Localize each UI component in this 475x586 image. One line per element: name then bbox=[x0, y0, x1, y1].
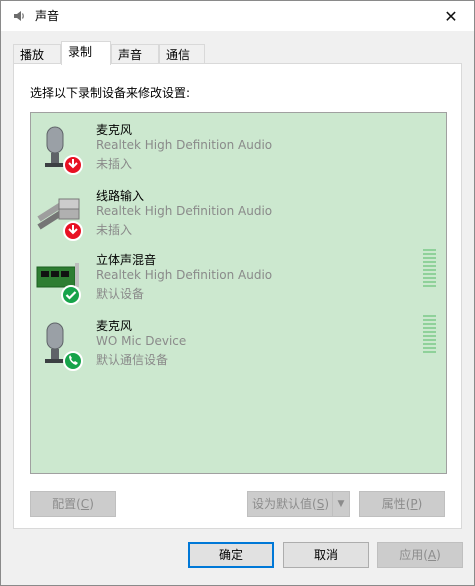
level-meter bbox=[423, 315, 436, 355]
apply-label: 应用( bbox=[399, 548, 428, 562]
close-icon: ✕ bbox=[444, 6, 458, 26]
set-default-button[interactable]: 设为默认值(S) ▼ bbox=[247, 491, 350, 517]
sound-dialog: 声音 ✕ 播放 录制 声音 通信 选择以下录制设备来修改设置: 麦克风 Real bbox=[0, 0, 475, 586]
chevron-down-icon[interactable]: ▼ bbox=[332, 492, 349, 516]
line-in-icon bbox=[37, 198, 83, 241]
device-item-stereo-mix[interactable]: 立体声混音 Realtek High Definition Audio 默认设备 bbox=[31, 247, 446, 311]
device-driver: Realtek High Definition Audio bbox=[96, 268, 273, 282]
level-meter bbox=[423, 249, 436, 289]
set-default-label: 设为默认值( bbox=[252, 497, 317, 511]
instruction-text: 选择以下录制设备来修改设置: bbox=[30, 86, 191, 100]
tab-recording[interactable]: 录制 bbox=[61, 41, 111, 65]
sound-card-icon bbox=[36, 263, 81, 305]
device-driver: Realtek High Definition Audio bbox=[96, 138, 273, 152]
window-title: 声音 bbox=[35, 9, 60, 23]
device-status: 默认设备 bbox=[96, 287, 145, 301]
apply-tail: ) bbox=[436, 548, 441, 562]
device-item-microphone-womic[interactable]: 麦克风 WO Mic Device 默认通信设备 bbox=[31, 313, 446, 377]
properties-button[interactable]: 属性(P) bbox=[359, 491, 445, 517]
device-list[interactable]: 麦克风 Realtek High Definition Audio 未插入 线路… bbox=[30, 112, 447, 474]
device-item-microphone-realtek[interactable]: 麦克风 Realtek High Definition Audio 未插入 bbox=[31, 117, 446, 181]
speaker-icon bbox=[14, 11, 24, 21]
device-name: 麦克风 bbox=[96, 123, 133, 137]
properties-tail: ) bbox=[417, 497, 423, 511]
set-default-tail: ) bbox=[324, 497, 329, 511]
device-item-line-in[interactable]: 线路输入 Realtek High Definition Audio 未插入 bbox=[31, 183, 446, 247]
configure-hotkey: C bbox=[80, 497, 90, 511]
configure-tail: ) bbox=[89, 497, 94, 511]
title-bar[interactable]: 声音 ✕ bbox=[1, 1, 474, 31]
device-status: 未插入 bbox=[96, 223, 133, 237]
phone-badge-icon bbox=[63, 351, 83, 371]
cancel-button[interactable]: 取消 bbox=[283, 542, 369, 568]
device-name: 立体声混音 bbox=[96, 253, 157, 267]
properties-hotkey: P bbox=[410, 497, 418, 511]
ok-button[interactable]: 确定 bbox=[188, 542, 274, 568]
configure-label: 配置( bbox=[52, 497, 81, 511]
recording-panel: 选择以下录制设备来修改设置: 麦克风 Realtek High Definiti… bbox=[13, 63, 462, 529]
microphone-icon bbox=[45, 322, 83, 371]
device-name: 麦克风 bbox=[96, 319, 133, 333]
device-name: 线路输入 bbox=[96, 189, 145, 203]
microphone-icon bbox=[45, 126, 83, 175]
device-status: 未插入 bbox=[96, 157, 133, 171]
properties-label: 属性( bbox=[381, 497, 411, 511]
close-button[interactable]: ✕ bbox=[428, 1, 474, 31]
configure-button[interactable]: 配置(C) bbox=[30, 491, 116, 517]
apply-button[interactable]: 应用(A) bbox=[377, 542, 463, 568]
tab-sounds[interactable]: 声音 bbox=[111, 44, 159, 64]
device-driver: Realtek High Definition Audio bbox=[96, 204, 273, 218]
tab-communications[interactable]: 通信 bbox=[159, 44, 205, 64]
tab-playback[interactable]: 播放 bbox=[13, 44, 61, 64]
apply-hotkey: A bbox=[427, 548, 437, 562]
device-status: 默认通信设备 bbox=[96, 353, 169, 367]
device-driver: WO Mic Device bbox=[96, 334, 187, 348]
